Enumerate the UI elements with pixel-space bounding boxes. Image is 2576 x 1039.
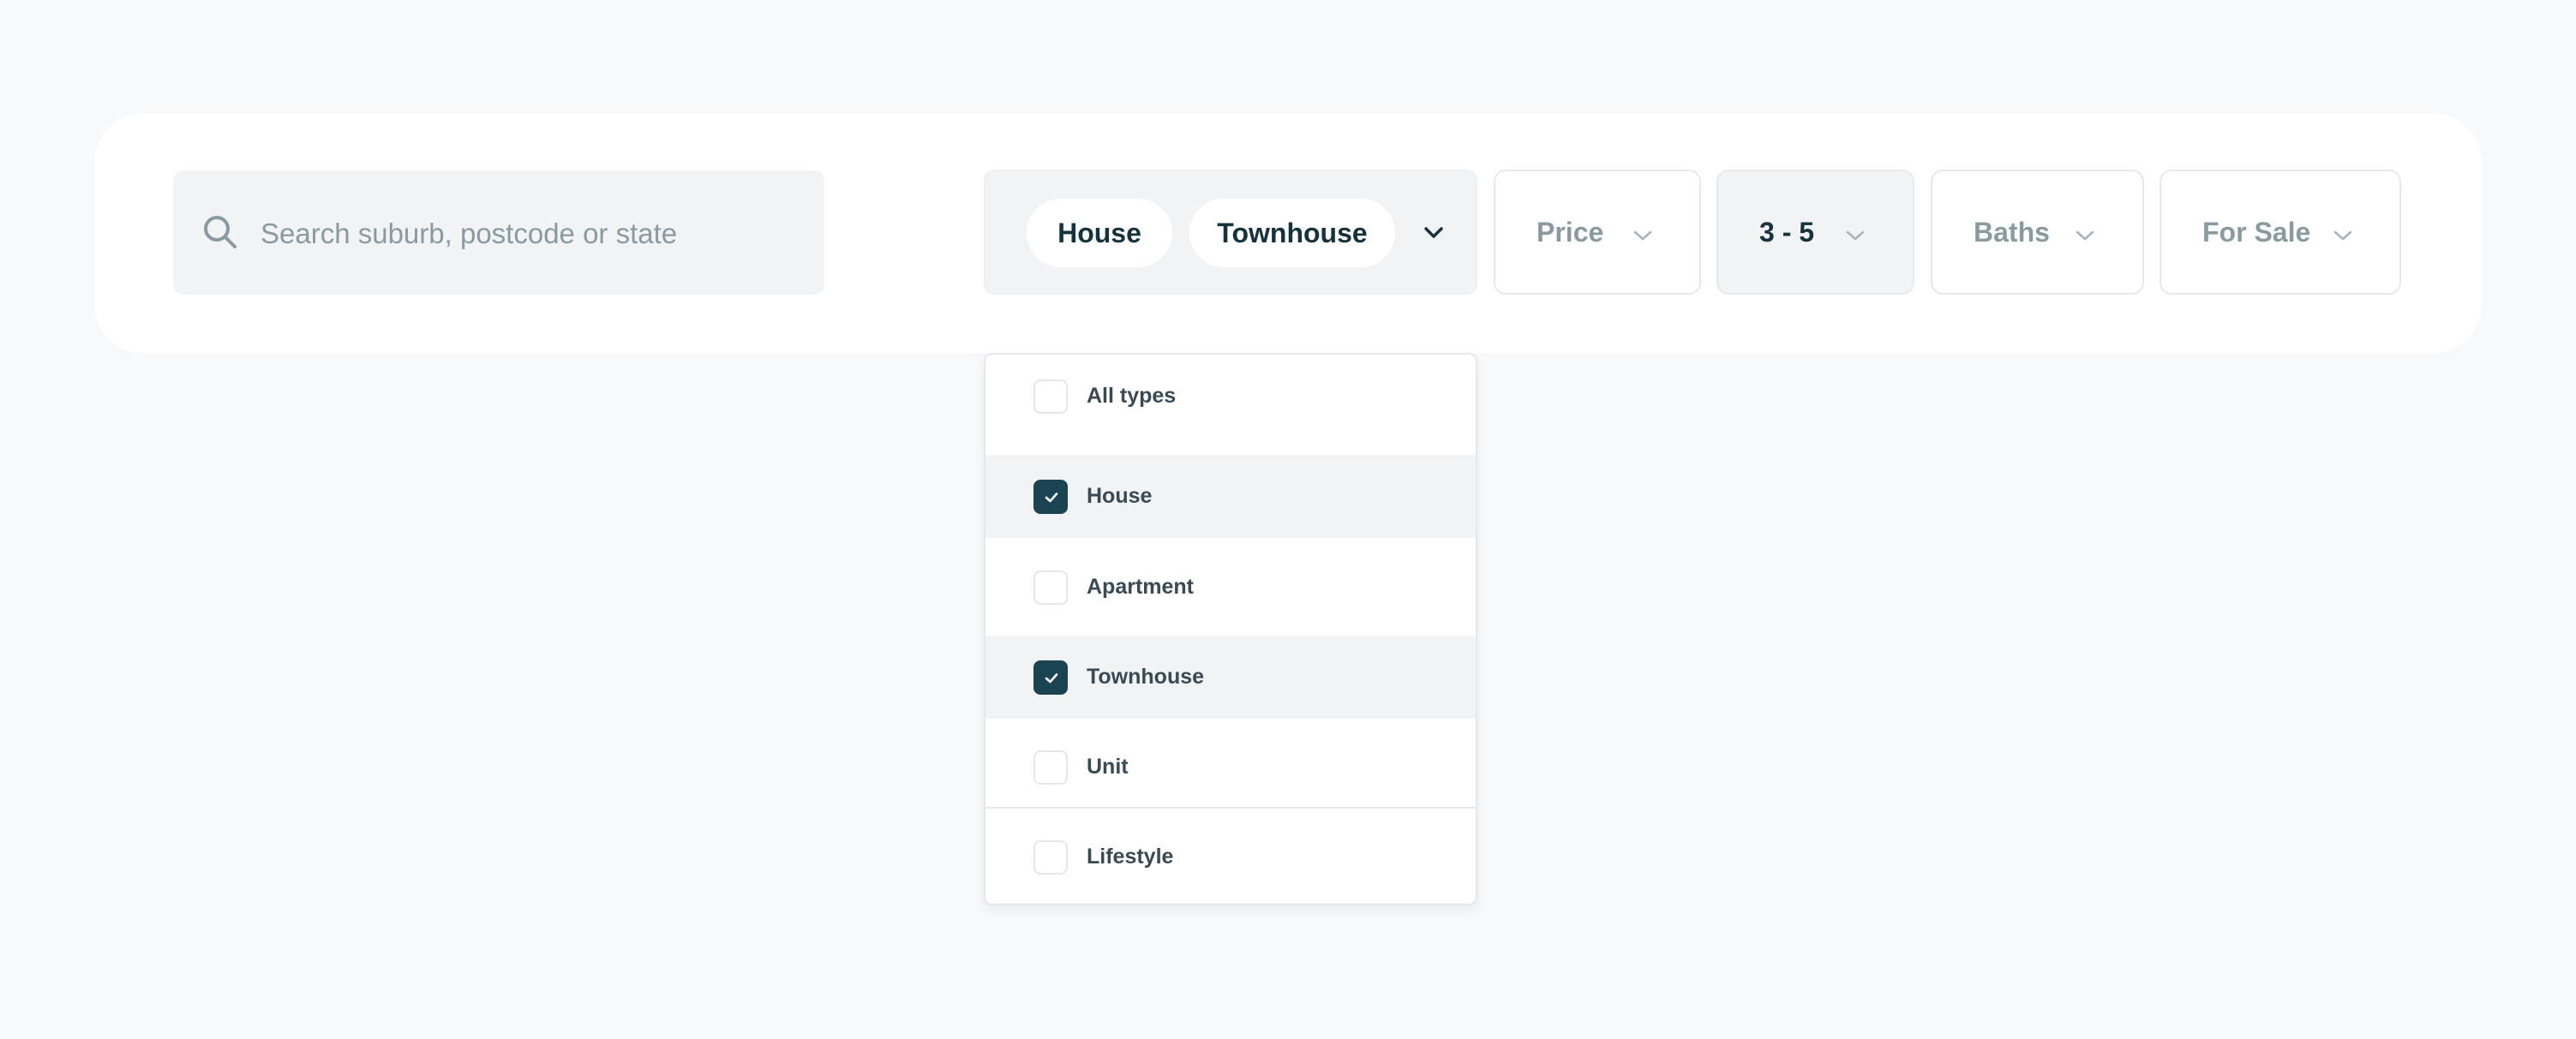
chevron-down-icon xyxy=(1845,221,1866,242)
type-option-label: Lifestyle xyxy=(1087,845,1174,869)
type-option-label: Unit xyxy=(1087,755,1129,779)
checkbox[interactable] xyxy=(1033,660,1068,695)
type-option-townhouse[interactable]: Townhouse xyxy=(985,636,1476,719)
check-icon xyxy=(1045,673,1058,684)
listing-type-filter-label: For Sale xyxy=(2202,217,2311,248)
bedrooms-filter-button[interactable]: 3 - 5 xyxy=(1716,170,1914,295)
dropdown-divider xyxy=(985,807,1476,809)
type-option-unit[interactable]: Unit xyxy=(985,726,1476,809)
type-option-label: House xyxy=(1087,484,1153,508)
type-option-label: Apartment xyxy=(1087,575,1195,599)
chevron-down-icon[interactable] xyxy=(1423,222,1445,244)
selected-type-chip-townhouse[interactable]: Townhouse xyxy=(1189,199,1395,267)
baths-filter-label: Baths xyxy=(1974,217,2050,248)
checkbox[interactable] xyxy=(1033,570,1068,605)
price-filter-button[interactable]: Price xyxy=(1494,170,1701,295)
listing-type-filter-button[interactable]: For Sale xyxy=(2160,170,2401,295)
type-option-all-types[interactable]: All types xyxy=(985,355,1476,438)
checkbox[interactable] xyxy=(1033,379,1068,414)
type-option-house[interactable]: House xyxy=(985,455,1476,538)
check-icon xyxy=(1045,493,1058,503)
type-option-apartment[interactable]: Apartment xyxy=(985,546,1476,629)
chevron-down-icon xyxy=(2075,221,2095,242)
bedrooms-filter-label: 3 - 5 xyxy=(1759,217,1815,248)
type-option-label: All types xyxy=(1087,384,1177,408)
baths-filter-button[interactable]: Baths xyxy=(1931,170,2144,295)
selected-type-chip-house[interactable]: House xyxy=(1027,199,1172,267)
checkbox[interactable] xyxy=(1033,480,1068,514)
checkbox[interactable] xyxy=(1033,750,1068,785)
property-type-dropdown: All types House Apartment Townhouse Unit… xyxy=(984,353,1477,905)
property-type-select[interactable]: House Townhouse xyxy=(984,170,1477,295)
type-option-lifestyle[interactable]: Lifestyle xyxy=(985,815,1476,899)
chevron-down-icon xyxy=(2333,221,2353,242)
checkbox[interactable] xyxy=(1033,840,1068,875)
search-field[interactable] xyxy=(173,170,824,296)
chevron-down-icon xyxy=(1632,221,1653,242)
price-filter-label: Price xyxy=(1537,217,1604,248)
search-input[interactable] xyxy=(259,170,811,296)
type-option-label: Townhouse xyxy=(1087,665,1205,689)
search-icon xyxy=(202,214,238,250)
